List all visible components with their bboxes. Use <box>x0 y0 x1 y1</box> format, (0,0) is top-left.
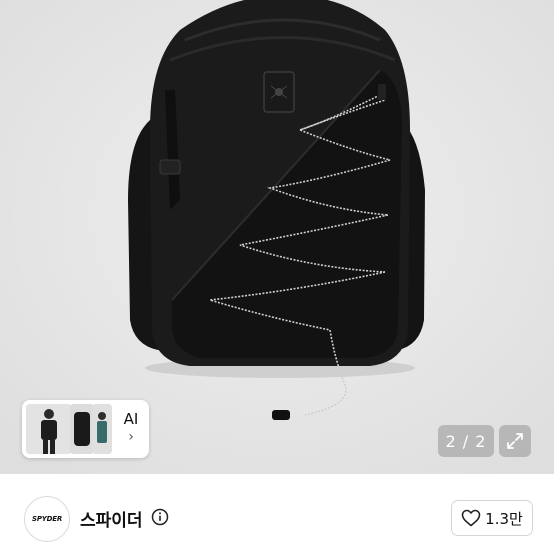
ai-thumbnail-card[interactable]: AI › <box>22 400 149 458</box>
brand-name[interactable]: 스파이더 <box>80 506 143 531</box>
thumbnail-image-2 <box>70 404 94 454</box>
ai-label: AI <box>123 410 139 428</box>
like-button[interactable]: 1.3만 <box>451 500 533 536</box>
heart-icon <box>461 509 481 527</box>
thumbnail-image-1 <box>26 404 72 454</box>
ai-link[interactable]: AI › <box>118 410 144 446</box>
chevron-right-icon: › <box>128 429 134 445</box>
expand-button[interactable] <box>499 425 531 457</box>
brand-logo-text: SPYDER <box>31 515 63 523</box>
expand-icon <box>507 433 523 449</box>
thumbnail-image-3 <box>92 404 112 454</box>
like-count: 1.3만 <box>485 509 523 528</box>
info-icon[interactable] <box>151 508 169 526</box>
brand-logo[interactable]: SPYDER <box>24 496 70 542</box>
image-counter: 2 / 2 <box>438 425 494 457</box>
thumbnail-stack <box>26 404 114 454</box>
